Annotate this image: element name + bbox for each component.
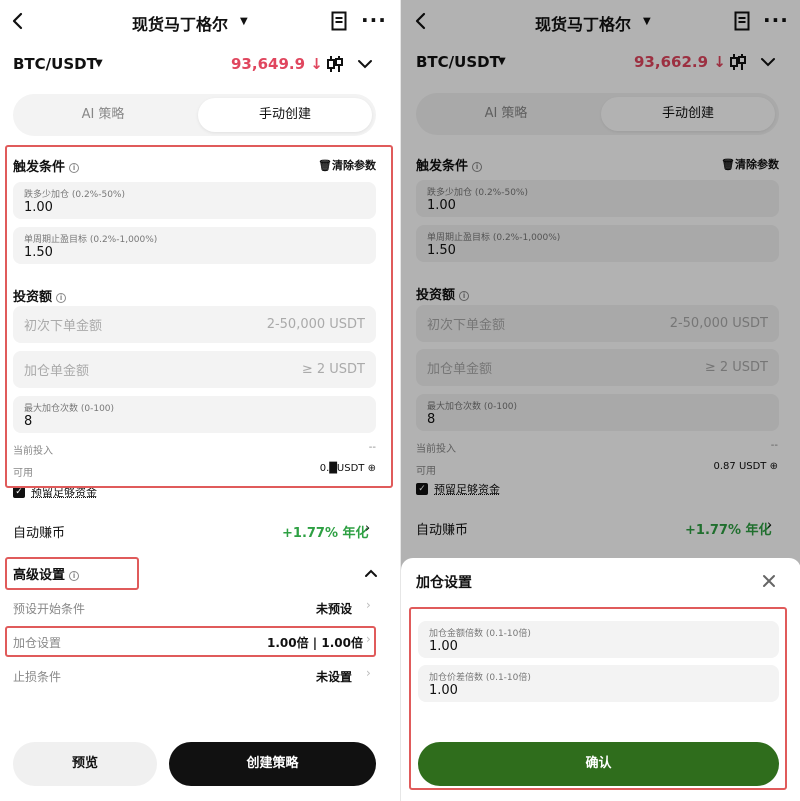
document-icon[interactable]: [331, 11, 347, 31]
highlight-box-params: [5, 145, 393, 488]
chevron-right-icon[interactable]: ›: [366, 598, 371, 612]
page-title[interactable]: 现货马丁格尔: [132, 11, 228, 35]
stop-loss-label[interactable]: 止损条件: [13, 668, 61, 685]
tab-manual-create[interactable]: 手动创建: [198, 98, 372, 132]
confirm-button[interactable]: 确认: [418, 742, 779, 786]
strategy-tabs: AI 策略 手动创建: [13, 94, 376, 136]
price: 93,649.9 ↓: [231, 55, 323, 73]
close-icon[interactable]: [762, 574, 776, 588]
sheet-title: 加仓设置: [416, 575, 472, 591]
more-icon[interactable]: ···: [361, 8, 387, 32]
right-screen: 现货马丁格尔 ▼ ··· BTC/USDT ▼ 93,662.9 ↓ AI 策略…: [400, 0, 800, 801]
chevron-down-icon[interactable]: [357, 58, 373, 70]
pair-name[interactable]: BTC/USDT: [13, 55, 97, 73]
chevron-right-icon[interactable]: ›: [365, 521, 370, 536]
chevron-right-icon[interactable]: ›: [366, 666, 371, 680]
create-strategy-button[interactable]: 创建策略: [169, 742, 376, 786]
preset-start-value[interactable]: 未预设: [316, 600, 352, 617]
stop-loss-value[interactable]: 未设置: [316, 668, 352, 685]
highlight-box-add-position: [5, 626, 376, 657]
highlight-box-advanced: [5, 557, 139, 590]
chevron-up-icon[interactable]: [364, 568, 378, 578]
auto-earn-label: 自动赚币: [13, 526, 66, 541]
caret-down-icon[interactable]: ▼: [240, 16, 248, 27]
preset-start-label[interactable]: 预设开始条件: [13, 600, 85, 617]
caret-down-icon[interactable]: ▼: [95, 58, 103, 69]
candlestick-icon[interactable]: [326, 54, 344, 74]
auto-earn-apy[interactable]: +1.77% 年化: [282, 522, 369, 541]
left-screen: 现货马丁格尔 ▼ ··· BTC/USDT ▼ 93,649.9 ↓ AI 策略…: [0, 0, 400, 801]
back-icon[interactable]: [10, 12, 26, 30]
tab-ai-strategy[interactable]: AI 策略: [13, 94, 193, 136]
preview-button[interactable]: 预览: [13, 742, 157, 786]
